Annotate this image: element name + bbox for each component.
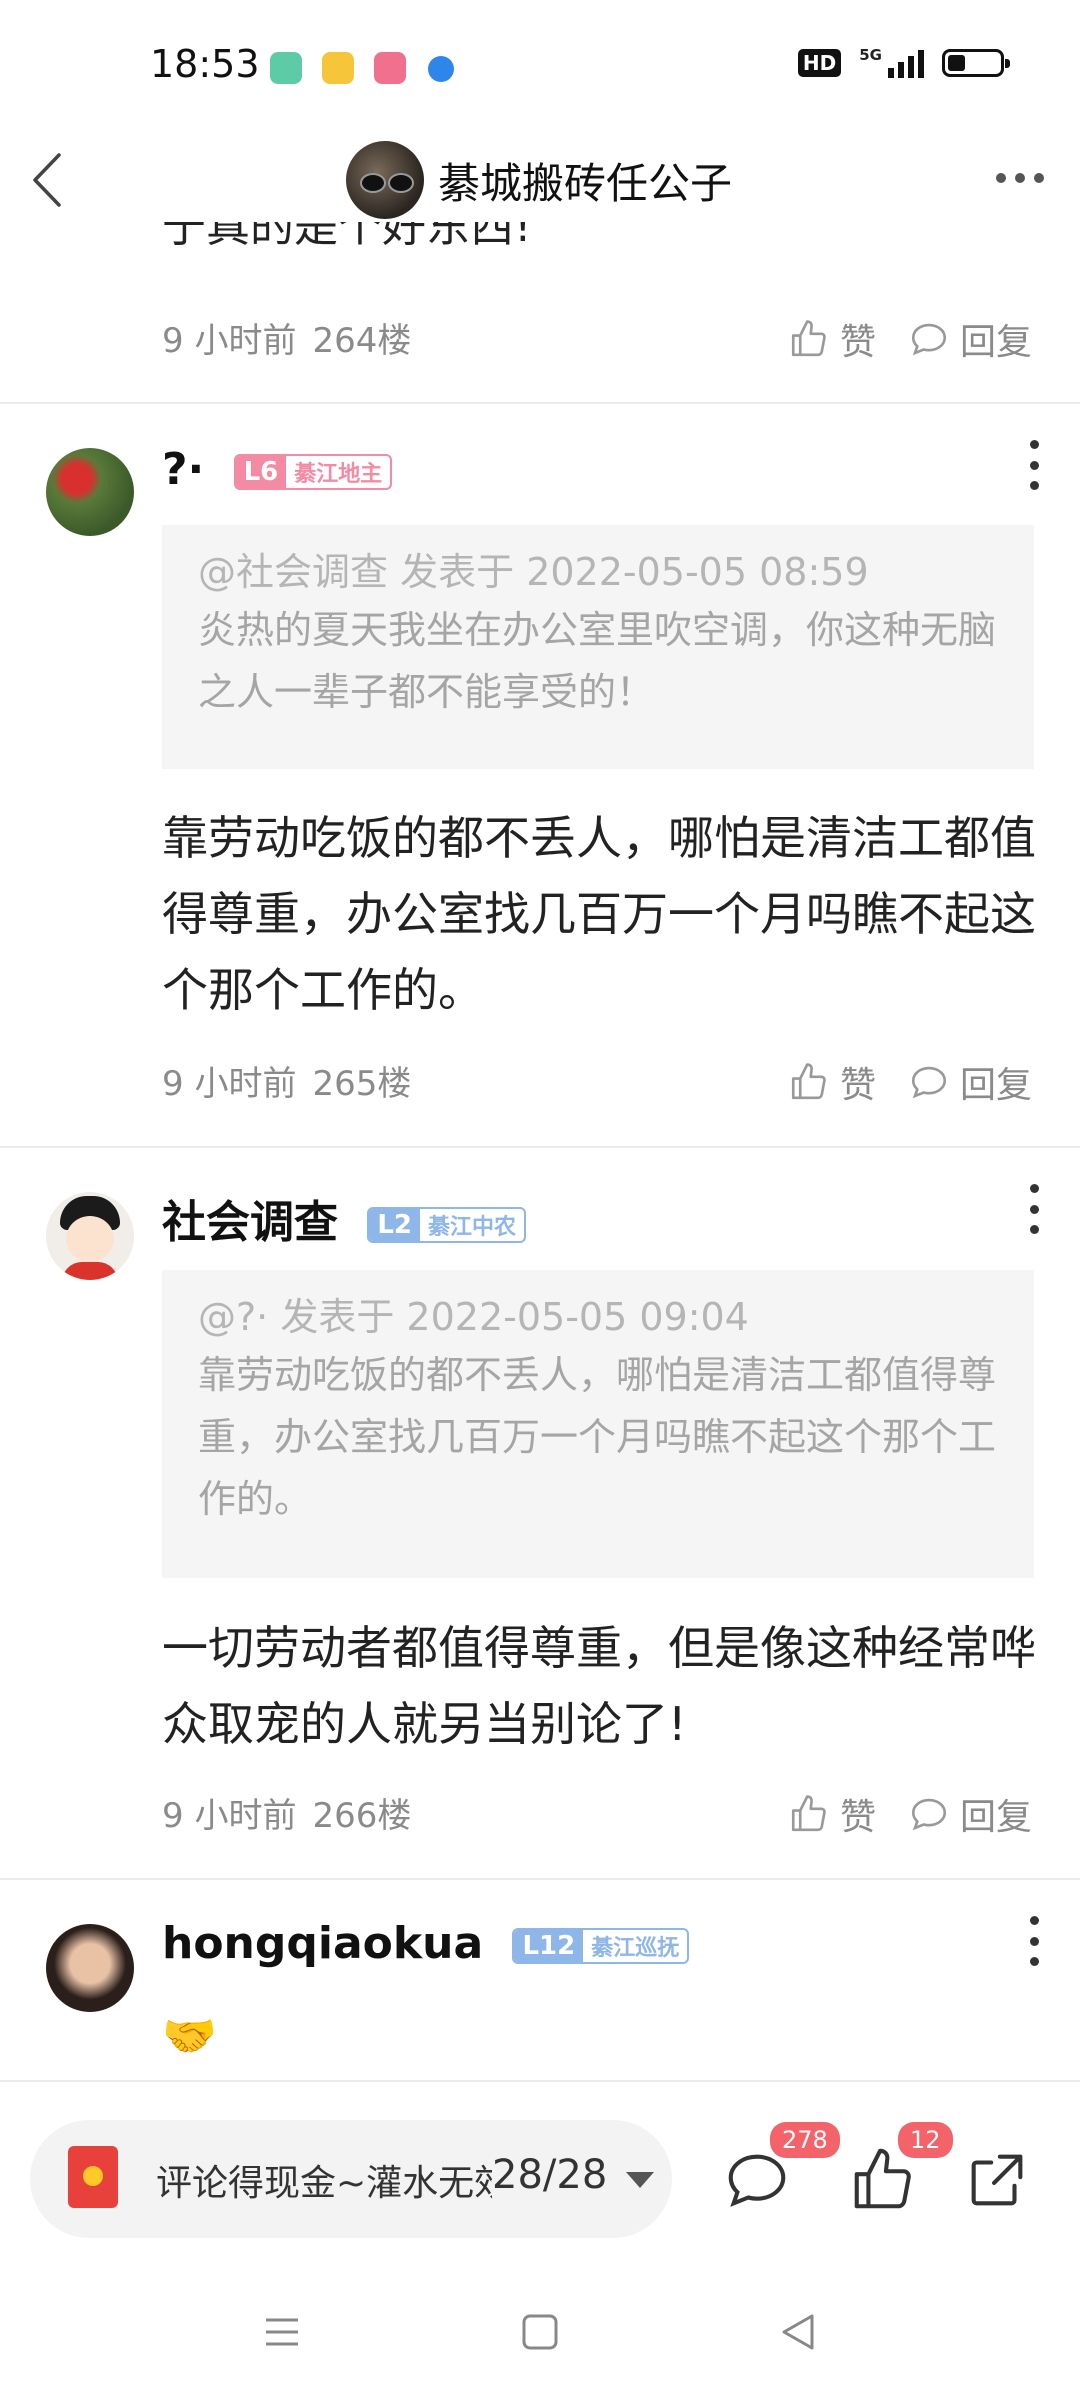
level-badge: L2 綦江中农 xyxy=(367,1207,527,1243)
floor-number: 265楼 xyxy=(312,1064,412,1104)
comment-meta: 9 小时前 265楼 赞 回复 xyxy=(162,1056,1032,1106)
comment-meta: 9 小时前 266楼 赞 回复 xyxy=(162,1788,1032,1838)
more-options-icon[interactable] xyxy=(990,160,1050,196)
quoted-comment[interactable]: @社会调查 发表于 2022-05-05 08:59 炎热的夏天我坐在办公室里吹… xyxy=(162,525,1034,769)
share-icon[interactable] xyxy=(962,2145,1032,2215)
username-row: 社会调查 L2 綦江中农 xyxy=(162,1186,527,1250)
previous-comment-text: 于真的是个好东西! xyxy=(162,222,532,252)
home-icon[interactable] xyxy=(520,2312,560,2352)
back-arrow-icon[interactable] xyxy=(32,152,62,208)
level-badge: L6 綦江地主 xyxy=(233,454,393,490)
page-dropdown-icon[interactable] xyxy=(626,2172,654,2188)
app-notification-icon xyxy=(322,52,354,84)
like-button[interactable]: 赞 xyxy=(788,1788,876,1840)
like-button[interactable]: 赞 xyxy=(788,1056,876,1108)
handshake-emoji: 🤝 xyxy=(162,2011,217,2062)
app-notification-icon xyxy=(270,52,302,84)
username[interactable]: 社会调查 xyxy=(162,1197,338,1248)
user-avatar[interactable] xyxy=(46,448,134,536)
username[interactable]: hongqiaokua xyxy=(162,1918,483,1969)
comment-menu-icon[interactable] xyxy=(1024,1184,1044,1234)
comment-bubble-icon xyxy=(911,1798,947,1831)
comment-text: 一切劳动者都值得尊重，但是像这种经常哗众取宠的人就另当别论了! xyxy=(162,1621,1036,1751)
quoted-comment[interactable]: @?· 发表于 2022-05-05 09:04 靠劳动吃饭的都不丢人，哪怕是清… xyxy=(162,1270,1034,1578)
level-badge: L12 綦江巡抚 xyxy=(512,1928,690,1964)
status-indicators: HD 5G xyxy=(797,48,1010,78)
quote-author: @社会调查 xyxy=(198,550,389,594)
network-type: 5G xyxy=(859,46,882,64)
comment-count-badge: 278 xyxy=(770,2122,840,2158)
username-row: hongqiaokua L12 綦江巡抚 xyxy=(162,1918,690,1969)
user-avatar[interactable] xyxy=(46,1924,134,2012)
username[interactable]: ?· xyxy=(162,444,204,495)
status-bar: 18:53 HD 5G xyxy=(0,0,1080,130)
comment-meta: 9 小时前 264楼 赞 回复 xyxy=(162,313,1032,363)
reply-button[interactable]: 回复 xyxy=(908,1788,1032,1840)
reply-button[interactable]: 回复 xyxy=(908,1056,1032,1108)
app-notification-icon xyxy=(374,52,406,84)
floor-number: 264楼 xyxy=(312,321,412,361)
quote-author: @?· xyxy=(198,1295,269,1339)
like-button[interactable]: 赞 xyxy=(788,313,876,365)
author-avatar[interactable] xyxy=(346,141,424,219)
quote-time: 发表于 2022-05-05 09:04 xyxy=(280,1295,749,1339)
signal-icon: 5G xyxy=(859,48,924,78)
page-indicator[interactable]: 28/28 xyxy=(492,2152,608,2198)
reply-button[interactable]: 回复 xyxy=(908,313,1032,365)
comment-bubble-icon xyxy=(911,323,947,356)
thumbs-up-icon xyxy=(791,1795,826,1832)
comment-menu-icon[interactable] xyxy=(1024,440,1044,490)
quote-text: 炎热的夏天我坐在办公室里吹空调，你这种无脑之人一辈子都不能享受的！ xyxy=(198,608,997,714)
battery-icon xyxy=(942,49,1010,77)
divider xyxy=(0,1146,1080,1148)
divider xyxy=(0,402,1080,404)
status-time: 18:53 xyxy=(150,42,260,86)
thumbs-up-icon xyxy=(791,320,826,357)
divider xyxy=(0,1878,1080,1880)
floor-number: 266楼 xyxy=(312,1796,412,1836)
comment-menu-icon[interactable] xyxy=(1024,1916,1044,1966)
thumbs-up-icon xyxy=(791,1063,826,1100)
red-packet-icon xyxy=(68,2146,118,2208)
menu-icon[interactable] xyxy=(262,2312,302,2352)
comment-bubble-icon xyxy=(911,1066,947,1099)
hd-icon: HD xyxy=(797,49,842,77)
user-avatar[interactable] xyxy=(46,1192,134,1280)
comment-text: 靠劳动吃饭的都不丢人，哪怕是清洁工都值得尊重，办公室找几百万一个月吗瞧不起这个那… xyxy=(162,811,1036,1017)
quote-time: 发表于 2022-05-05 08:59 xyxy=(400,550,869,594)
back-icon[interactable] xyxy=(778,2312,818,2352)
app-notification-icon xyxy=(428,56,454,82)
comment-time: 9 小时前 xyxy=(162,1064,297,1104)
page-title: 綦城搬砖任公子 xyxy=(438,159,733,208)
comment-time: 9 小时前 xyxy=(162,321,297,361)
username-row: ?· L6 綦江地主 xyxy=(162,444,393,495)
like-count-badge: 12 xyxy=(898,2122,953,2158)
comment-placeholder: 评论得现金~灌水无效 xyxy=(156,2163,506,2204)
quote-text: 靠劳动吃饭的都不丢人，哪怕是清洁工都值得尊重，办公室找几百万一个月吗瞧不起这个那… xyxy=(198,1353,997,1521)
system-nav-bar xyxy=(0,2280,1080,2400)
comment-time: 9 小时前 xyxy=(162,1796,297,1836)
